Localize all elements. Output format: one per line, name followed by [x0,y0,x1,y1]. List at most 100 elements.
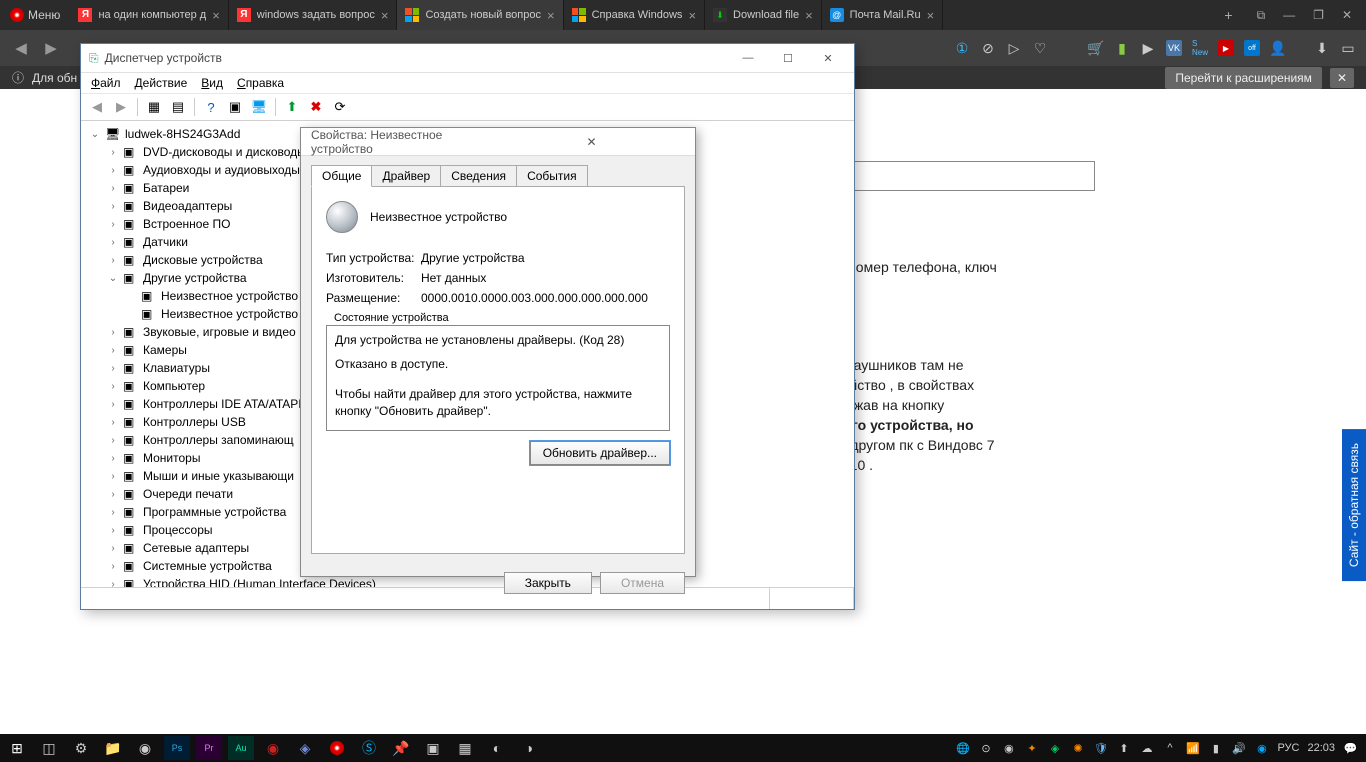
update-driver-button[interactable]: Обновить драйвер... [530,441,670,465]
browser-tab[interactable]: @Почта Mail.Ru× [822,0,943,30]
recent-tabs-icon[interactable]: ⧉ [1257,8,1266,23]
properties-icon[interactable]: ▤ [168,97,188,117]
nav-forward-icon[interactable]: ▶ [40,39,62,57]
volume-icon[interactable]: 🔊 [1231,741,1246,756]
language-indicator[interactable]: РУС [1277,742,1299,754]
browser-menu-button[interactable]: Меню [0,0,70,30]
scan-hardware-icon[interactable]: ⟳ [330,97,350,117]
expand-icon[interactable]: › [107,471,119,482]
expand-icon[interactable]: › [107,561,119,572]
tray-icon[interactable]: ⊙ [978,741,993,756]
propdlg-close-button[interactable]: ✕ [498,135,685,149]
tab-general[interactable]: Общие [311,165,372,187]
tab-close-icon[interactable]: × [805,8,813,23]
expand-icon[interactable]: › [107,255,119,266]
browser-tab[interactable]: Яwindows задать вопрос× [229,0,398,30]
close-button[interactable]: ✕ [810,47,846,69]
tray-icon[interactable]: 🌐 [955,741,970,756]
back-icon[interactable]: ◀ [87,97,107,117]
help-icon[interactable]: ? [201,97,221,117]
expand-icon[interactable]: ⌄ [89,129,101,140]
devmgr-titlebar[interactable]: ⎘ Диспетчер устройств — ☐ ✕ [81,44,854,73]
expand-icon[interactable]: › [107,489,119,500]
download-icon[interactable]: ⬇ [1314,40,1330,56]
menu-help[interactable]: Справка [237,76,284,90]
minimize-button[interactable]: — [730,47,766,69]
shield-icon[interactable]: ① [954,40,970,56]
expand-icon[interactable]: › [107,525,119,536]
propdlg-titlebar[interactable]: Свойства: Неизвестное устройство ✕ [301,128,695,156]
maximize-browser-icon[interactable]: ❐ [1313,8,1324,23]
expand-icon[interactable]: › [107,237,119,248]
settings-icon[interactable]: ⚙ [68,736,94,760]
menu-view[interactable]: Вид [201,76,223,90]
tray-icon[interactable]: ⬆ [1116,741,1131,756]
cart-icon[interactable]: 🛒 [1088,40,1104,56]
browser-tab[interactable]: Яна один компьютер д× [70,0,228,30]
expand-icon[interactable]: › [107,183,119,194]
close-dialog-button[interactable]: Закрыть [504,572,592,594]
premiere-icon[interactable]: Pr [196,736,222,760]
uninstall-icon[interactable]: ✖ [306,97,326,117]
expand-icon[interactable]: › [107,363,119,374]
dismiss-info-button[interactable]: ✕ [1330,68,1354,88]
tray-icon[interactable]: ◈ [1047,741,1062,756]
photoshop-icon[interactable]: Ps [164,736,190,760]
new-tab-button[interactable]: + [1214,7,1242,23]
skype-icon[interactable]: Ⓢ [356,736,382,760]
expand-icon[interactable]: › [107,165,119,176]
tab-close-icon[interactable]: × [212,8,220,23]
show-hide-tree-icon[interactable]: ▦ [144,97,164,117]
play-icon[interactable]: ▶ [1140,40,1156,56]
app-icon[interactable]: ▦ [452,736,478,760]
send-icon[interactable]: ▷ [1006,40,1022,56]
tab-details[interactable]: Сведения [440,165,517,187]
user-icon[interactable]: 👤 [1270,40,1286,56]
new-badge-icon[interactable]: SNew [1192,40,1208,56]
expand-icon[interactable]: › [107,399,119,410]
opera-taskbar-icon[interactable] [324,736,350,760]
tree-root-label[interactable]: ludwek-8HS24G3Add [125,127,240,141]
audition-icon[interactable]: Au [228,736,254,760]
youtube-icon[interactable]: ▶ [1218,40,1234,56]
tab-driver[interactable]: Драйвер [371,165,441,187]
notifications-icon[interactable]: 💬 [1343,741,1358,756]
expand-icon[interactable]: › [107,345,119,356]
tray-icon[interactable]: 🛡 [1093,741,1108,756]
adblock-off-icon[interactable]: ⊘ [980,40,996,56]
tray-icon[interactable]: ✺ [1070,741,1085,756]
vk-icon[interactable]: VK [1166,40,1182,56]
heart-icon[interactable]: ♡ [1032,40,1048,56]
nav-back-icon[interactable]: ◀ [10,39,32,57]
expand-icon[interactable]: › [107,453,119,464]
off-toggle-icon[interactable]: off [1244,40,1260,56]
expand-icon[interactable]: › [107,507,119,518]
expand-icon[interactable]: › [107,579,119,588]
minimize-browser-icon[interactable]: — [1283,8,1295,23]
browser-tab[interactable]: ⬇Download file× [705,0,822,30]
menu-file[interactable]: Файл [91,76,121,90]
tab-close-icon[interactable]: × [381,8,389,23]
forward-icon[interactable]: ▶ [111,97,131,117]
pin-icon[interactable]: 📌 [388,736,414,760]
discord-icon[interactable]: ◈ [292,736,318,760]
tab-close-icon[interactable]: × [688,8,696,23]
expand-icon[interactable]: › [107,381,119,392]
browser-tab[interactable]: Создать новый вопрос× [397,0,563,30]
tray-icon[interactable]: ✦ [1024,741,1039,756]
expand-icon[interactable]: › [107,543,119,554]
expand-icon[interactable]: › [107,435,119,446]
steam-icon[interactable]: ◉ [132,736,158,760]
tray-icon[interactable]: ◉ [1001,741,1016,756]
tab-close-icon[interactable]: × [547,8,555,23]
tray-icon[interactable]: ☁ [1139,741,1154,756]
task-view-icon[interactable]: ◫ [36,736,62,760]
expand-icon[interactable]: ⌄ [107,273,119,284]
update-driver-icon[interactable]: ⬆ [282,97,302,117]
tab-events[interactable]: События [516,165,588,187]
expand-icon[interactable]: › [107,219,119,230]
android-icon[interactable]: ▮ [1114,40,1130,56]
monitor-icon[interactable]: 🖥 [249,97,269,117]
messenger-tray-icon[interactable]: ◉ [1254,741,1269,756]
expand-icon[interactable]: › [107,201,119,212]
